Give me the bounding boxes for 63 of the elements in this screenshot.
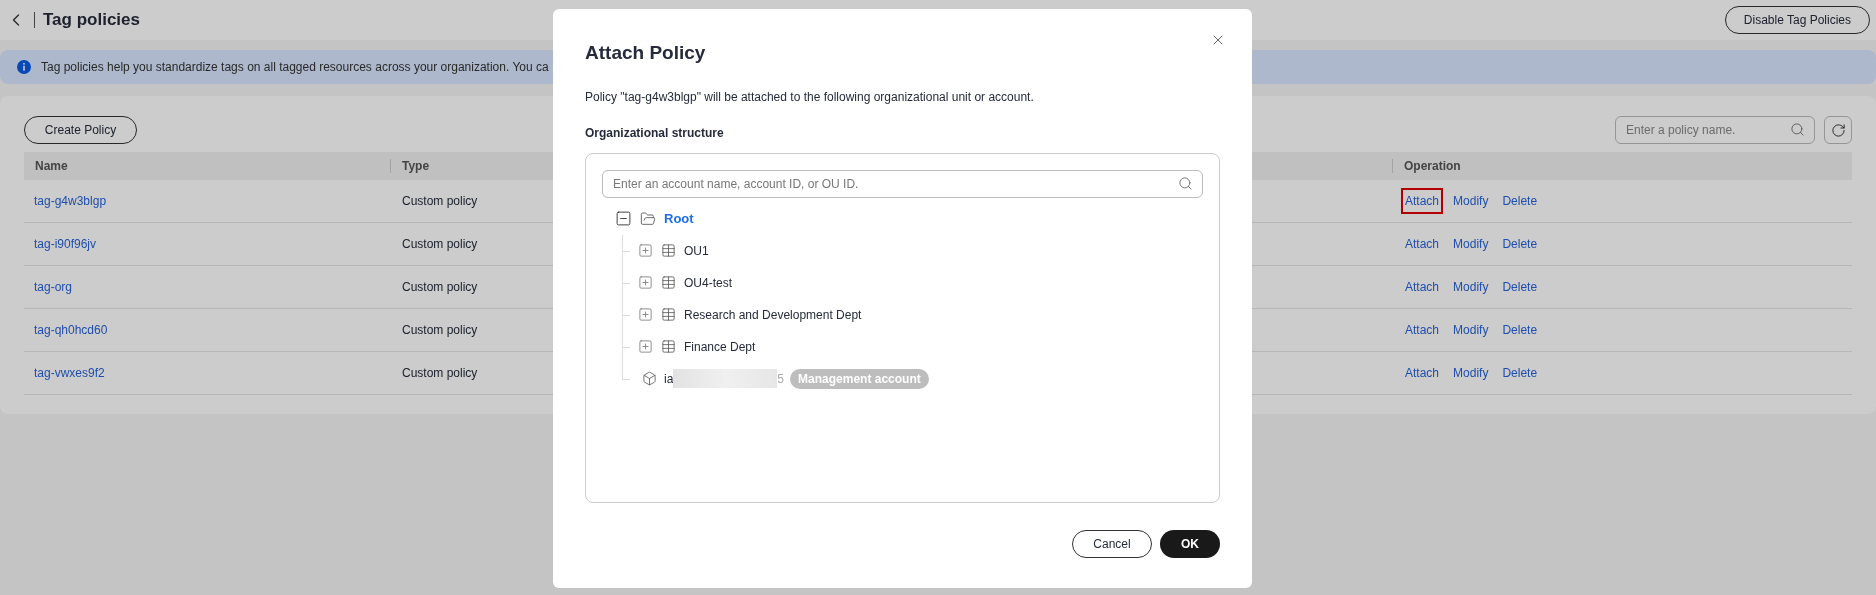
policy-name-link[interactable]: tag-g4w3blgp (34, 192, 107, 210)
column-header: Operation (1404, 158, 1461, 175)
operation-link[interactable]: Modify (1449, 317, 1493, 343)
policy-type-cell-text: Custom policy (402, 365, 478, 382)
refresh-icon (1830, 122, 1846, 138)
operation-link[interactable]: Delete (1498, 360, 1542, 386)
ok-button[interactable]: OK (1160, 529, 1220, 558)
policy-name-link[interactable]: tag-vwxes9f2 (34, 364, 105, 382)
policy-type-cell-text: Custom policy (402, 279, 478, 296)
operation-link[interactable]: Attach (1401, 360, 1444, 386)
collapse-icon[interactable] (615, 210, 632, 227)
account-name-start: ia (664, 370, 674, 388)
tree-search-field[interactable]: Enter an account name, account ID, or OU ID. (602, 169, 1203, 198)
operation-link[interactable]: Attach (1401, 317, 1444, 343)
table-icon (661, 339, 676, 354)
info-icon (17, 60, 31, 74)
operation-link[interactable]: Attach (1401, 231, 1444, 257)
table-icon (661, 243, 676, 258)
disable-tag-policies-button[interactable]: Disable Tag Policies (1724, 6, 1870, 34)
page-title: Tag policies (43, 9, 140, 32)
tree-node-label[interactable]: OU1 (684, 241, 709, 260)
expand-icon[interactable] (638, 275, 653, 290)
operation-link[interactable]: Modify (1449, 231, 1493, 257)
refresh-button[interactable] (1824, 116, 1852, 144)
policy-name-link[interactable]: tag-i90f96jv (34, 235, 97, 253)
info-text: Tag policies help you standardize tags on all tagged resources across your organization. You ca (41, 59, 549, 76)
tree-node-label[interactable]: OU4-test (684, 273, 732, 292)
operation-link[interactable]: Delete (1498, 188, 1542, 214)
expand-icon[interactable] (638, 243, 653, 258)
operation-link[interactable]: Delete (1498, 231, 1542, 257)
management-account-badge: Management account (790, 368, 929, 389)
tree-node-label[interactable]: Root (664, 208, 694, 229)
dialog-description: Policy "tag-g4w3blgp" will be attached to the following organizational unit or account. (585, 88, 1035, 106)
operation-link[interactable]: Attach (1401, 274, 1444, 300)
section-label: Organizational structure (585, 124, 725, 142)
dialog-title: Attach Policy (585, 41, 706, 65)
tree-node-label[interactable]: Research and Development Dept (684, 305, 862, 324)
operation-link[interactable]: Modify (1449, 274, 1493, 300)
expand-icon[interactable] (638, 307, 653, 322)
create-policy-button[interactable]: Create Policy (24, 116, 137, 144)
policy-type-cell-text: Custom policy (402, 193, 478, 210)
table-icon (661, 275, 676, 290)
policy-type-cell-text: Custom policy (402, 322, 478, 339)
column-header: Type (402, 158, 430, 175)
tree-node-label[interactable]: Finance Dept (684, 337, 756, 356)
operation-link[interactable]: Attach (1401, 188, 1444, 214)
search-icon (1178, 175, 1193, 191)
policy-name-link[interactable]: tag-qh0hcd60 (34, 321, 108, 339)
policy-name-link[interactable]: tag-org (34, 278, 73, 296)
account-name-end: 5 (777, 370, 785, 388)
policy-search-field[interactable]: Enter a policy name. (1615, 116, 1815, 144)
folder-icon (640, 210, 656, 227)
operation-link[interactable]: Delete (1498, 317, 1542, 343)
cube-icon (642, 371, 657, 386)
expand-icon[interactable] (638, 339, 653, 354)
column-header: Name (35, 158, 68, 175)
cancel-button[interactable]: Cancel (1072, 529, 1152, 558)
operation-link[interactable]: Modify (1449, 188, 1493, 214)
search-icon (1790, 122, 1805, 137)
table-icon (661, 307, 676, 322)
policy-type-cell-text: Custom policy (402, 236, 478, 253)
operation-link[interactable]: Delete (1498, 274, 1542, 300)
operation-link[interactable]: Modify (1449, 360, 1493, 386)
